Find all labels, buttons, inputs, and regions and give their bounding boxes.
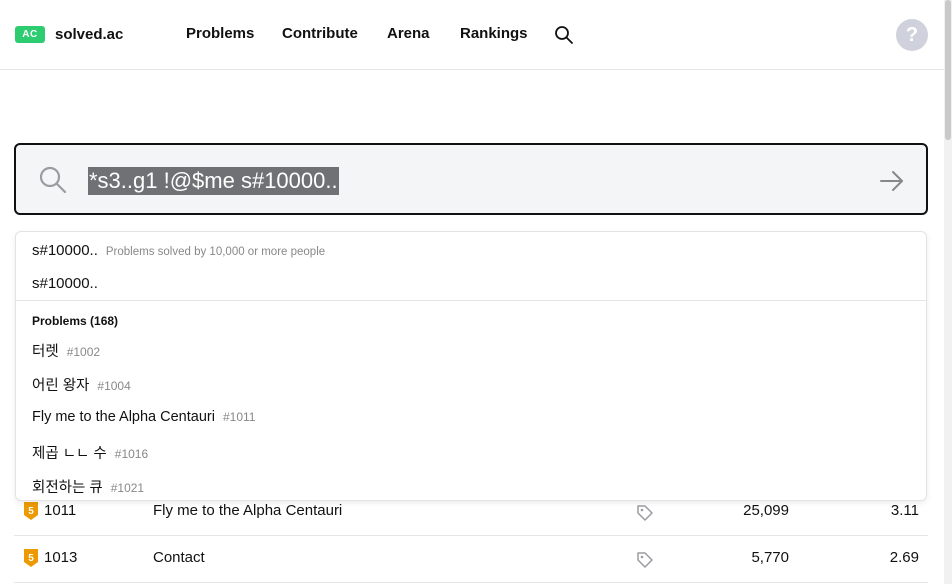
problem-suggestion-title: 제곱 ㄴㄴ 수 xyxy=(32,446,107,462)
tier-gold-5-icon: 5 xyxy=(24,549,38,567)
problem-id[interactable]: 1013 xyxy=(44,549,77,566)
tag-icon[interactable] xyxy=(636,504,654,522)
solved-count: 5,770 xyxy=(751,549,789,566)
suggestion-query: s#10000.. xyxy=(32,242,98,259)
problem-suggestion[interactable]: Fly me to the Alpha Centauri #1011 xyxy=(32,408,255,426)
logo-badge: AC xyxy=(15,26,45,43)
problem-suggestion-id: #1002 xyxy=(66,345,101,359)
problem-title[interactable]: Contact xyxy=(153,549,205,566)
problem-suggestion-title: 어린 왕자 xyxy=(32,378,90,394)
suggestion-item[interactable]: s#10000.. Problems solved by 10,000 or mo… xyxy=(32,242,325,260)
problem-suggestion-id: #1004 xyxy=(97,379,131,393)
search-bar[interactable]: *s3..g1 !@$me s#10000.. xyxy=(14,143,928,215)
problem-suggestion-id: #1011 xyxy=(222,410,256,424)
tier-gold-5-icon: 5 xyxy=(24,502,38,520)
suggestion-item[interactable]: s#10000.. xyxy=(32,275,98,293)
search-input[interactable]: *s3..g1 !@$me s#10000.. xyxy=(88,167,339,195)
logo-text: solved.ac xyxy=(55,26,124,43)
problem-suggestion[interactable]: 터렛 #1002 xyxy=(32,340,100,361)
svg-text:5: 5 xyxy=(28,553,34,564)
arrow-right-icon[interactable] xyxy=(878,167,906,195)
nav-arena[interactable]: Arena xyxy=(387,25,430,42)
avg-tries: 3.11 xyxy=(890,502,919,519)
problem-id[interactable]: 1011 xyxy=(44,502,76,519)
scrollbar-thumb[interactable] xyxy=(945,0,951,140)
problem-suggestion-title: Fly me to the Alpha Centauri xyxy=(32,409,215,425)
divider xyxy=(16,300,926,301)
problem-suggestion-id: #1021 xyxy=(110,481,145,495)
table-row[interactable]: 5 1013 Contact 5,770 2.69 xyxy=(14,536,928,583)
problem-suggestion[interactable]: 어린 왕자 #1004 xyxy=(32,374,131,395)
svg-text:5: 5 xyxy=(28,506,34,517)
problem-suggestion-title: 회전하는 큐 xyxy=(32,480,103,496)
suggestion-description: Problems solved by 10,000 or more people xyxy=(105,246,326,258)
problem-suggestion-id: #1016 xyxy=(114,447,149,461)
avg-tries: 2.69 xyxy=(889,549,919,566)
top-header: AC solved.ac Problems Contribute Arena R… xyxy=(0,0,944,70)
nav-problems[interactable]: Problems xyxy=(186,25,254,42)
help-button[interactable]: ? xyxy=(896,19,928,51)
problem-title[interactable]: Fly me to the Alpha Centauri xyxy=(153,502,342,519)
search-suggestions-dropdown: s#10000.. Problems solved by 10,000 or mo… xyxy=(15,231,927,501)
section-title: Problems (168) xyxy=(32,314,119,328)
problem-suggestion-title: 터렛 xyxy=(32,344,59,360)
search-icon[interactable] xyxy=(553,24,575,46)
problem-suggestion[interactable]: 제곱 ㄴㄴ 수 #1016 xyxy=(32,442,148,463)
nav-contribute[interactable]: Contribute xyxy=(282,25,358,42)
magnifier-icon xyxy=(39,166,67,194)
nav-rankings[interactable]: Rankings xyxy=(460,25,528,42)
tag-icon[interactable] xyxy=(636,551,654,569)
solved-count: 25,099 xyxy=(743,502,789,519)
problem-suggestion[interactable]: 회전하는 큐 #1021 xyxy=(32,476,144,497)
logo[interactable]: AC solved.ac xyxy=(15,26,123,43)
suggestion-query: s#10000.. xyxy=(32,275,98,292)
